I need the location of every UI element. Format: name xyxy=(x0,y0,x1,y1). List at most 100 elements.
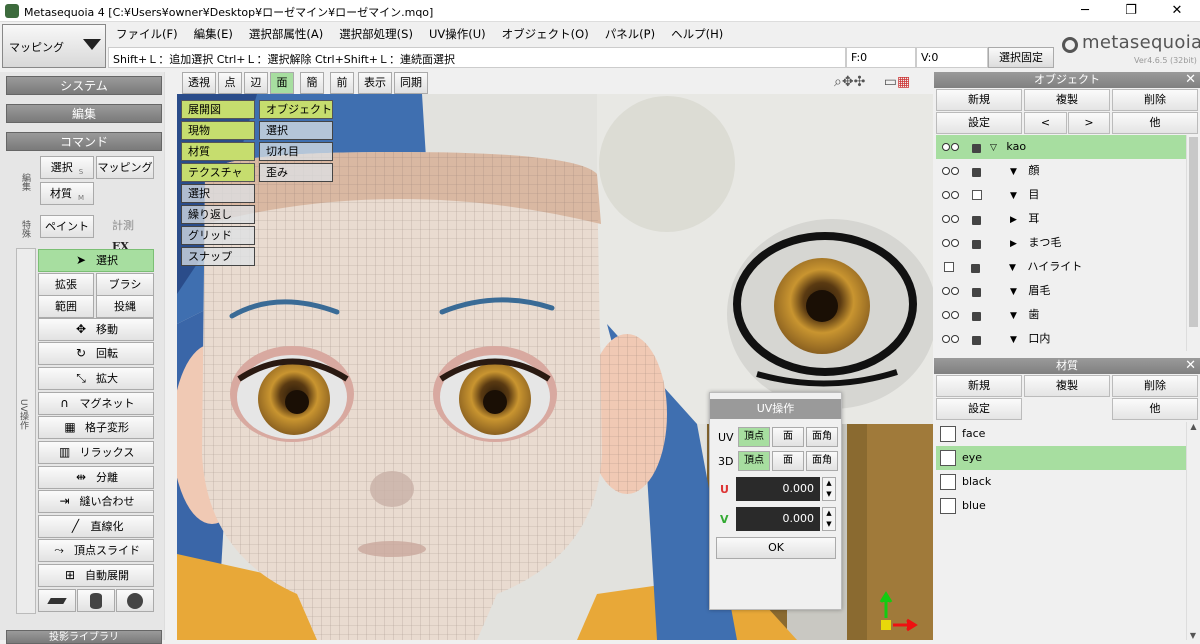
material-m-button[interactable]: 材質 M xyxy=(40,182,94,205)
scroll-down-icon[interactable]: ▼ xyxy=(1187,631,1199,640)
object-delete-button[interactable]: 削除 xyxy=(1112,89,1198,111)
overlay-material[interactable]: 材質 xyxy=(181,142,255,161)
uv-face-button[interactable]: 面 xyxy=(772,427,804,447)
projection-header[interactable]: 投影ライブラリ xyxy=(6,630,162,644)
overlay-snap[interactable]: スナップ xyxy=(181,247,255,266)
object-next-button[interactable]: > xyxy=(1068,112,1110,134)
object-row-eyebrow[interactable]: ▼ 眉毛 xyxy=(936,279,1186,303)
material-row-face[interactable]: face xyxy=(936,422,1186,446)
select-s-button[interactable]: 選択 S xyxy=(40,156,94,179)
tool-expand[interactable]: 拡張 xyxy=(38,273,94,296)
menu-uv[interactable]: UV操作(U) xyxy=(421,24,494,44)
tool-straighten[interactable]: ╱ 直線化 xyxy=(38,515,154,538)
menu-edit[interactable]: 編集(E) xyxy=(186,24,241,44)
lock-icon[interactable] xyxy=(971,239,981,249)
tool-auto-unwrap[interactable]: ⊞ 自動展開 xyxy=(38,564,154,587)
left-scrollbar[interactable] xyxy=(164,72,170,640)
tab-display[interactable]: 表示 xyxy=(358,72,392,94)
object-row-eyelash[interactable]: ▶ まつ毛 xyxy=(936,231,1186,255)
tool-brush[interactable]: ブラシ xyxy=(96,273,154,296)
hidden-checkbox[interactable] xyxy=(944,262,954,272)
tool-lattice[interactable]: ▦ 格子変形 xyxy=(38,416,154,439)
tab-face[interactable]: 面 xyxy=(270,72,294,94)
expand-toggle[interactable]: ▼ xyxy=(1010,287,1017,297)
sphere-shape-button[interactable] xyxy=(116,589,154,612)
eye-icon[interactable] xyxy=(942,236,960,249)
uv-face-angle-button[interactable]: 面角 xyxy=(806,427,838,447)
material-row-blue[interactable]: blue xyxy=(936,494,1186,518)
close-icon[interactable]: ✕ xyxy=(1185,72,1196,88)
object-row-eye[interactable]: ▼ 目 xyxy=(936,183,1186,207)
lock-icon[interactable] xyxy=(971,167,981,177)
eye-icon[interactable] xyxy=(942,308,960,321)
eye-icon[interactable] xyxy=(942,284,960,297)
menu-file[interactable]: ファイル(F) xyxy=(108,24,186,44)
tool-stitch[interactable]: ⇥ 縫い合わせ xyxy=(38,490,154,513)
3d-vertex-button[interactable]: 頂点 xyxy=(738,451,770,471)
orbit-icon[interactable]: ✣ xyxy=(854,74,866,90)
close-button[interactable]: ✕ xyxy=(1154,0,1200,22)
overlay-seam[interactable]: 切れ目 xyxy=(259,142,333,161)
overlay-uv-layout[interactable]: 展開図 xyxy=(181,100,255,119)
cylinder-shape-button[interactable] xyxy=(77,589,115,612)
v-value-field[interactable]: 0.000 xyxy=(736,507,820,531)
tab-sync[interactable]: 同期 xyxy=(394,72,428,94)
tool-move[interactable]: ✥ 移動 xyxy=(38,318,154,341)
lock-icon[interactable] xyxy=(971,143,981,153)
object-prev-button[interactable]: < xyxy=(1024,112,1067,134)
u-spinner[interactable]: ▲ ▼ xyxy=(822,477,836,501)
object-row-ear[interactable]: ▶ 耳 xyxy=(936,207,1186,231)
menu-object[interactable]: オブジェクト(O) xyxy=(494,24,597,44)
pan-icon[interactable]: ✥ xyxy=(842,74,854,90)
tool-magnet[interactable]: ∩ マグネット xyxy=(38,392,154,415)
material-new-button[interactable]: 新規 xyxy=(936,375,1022,397)
edit-header[interactable]: 編集 xyxy=(6,104,162,123)
spin-down-icon[interactable]: ▼ xyxy=(823,489,835,500)
v-spinner[interactable]: ▲ ▼ xyxy=(822,507,836,531)
material-duplicate-button[interactable]: 複製 xyxy=(1024,375,1110,397)
tab-vertex[interactable]: 点 xyxy=(218,72,242,94)
overlay-object[interactable]: オブジェクト xyxy=(259,100,333,119)
plane-shape-button[interactable] xyxy=(38,589,76,612)
object-row-kao[interactable]: ▽ kao xyxy=(936,135,1186,159)
expand-toggle[interactable]: ▽ xyxy=(990,143,997,153)
u-value-field[interactable]: 0.000 xyxy=(736,477,820,501)
tool-relax[interactable]: ▥ リラックス xyxy=(38,441,154,464)
material-row-black[interactable]: black xyxy=(936,470,1186,494)
tool-vertex-slide[interactable]: ⤳ 頂点スライド xyxy=(38,539,154,562)
material-other-button[interactable]: 他 xyxy=(1112,398,1198,420)
objects-scroll-thumb[interactable] xyxy=(1189,137,1198,327)
menu-selection[interactable]: 選択部処理(S) xyxy=(331,24,421,44)
measure-button[interactable]: 計測 EX xyxy=(96,215,154,253)
eye-icon[interactable] xyxy=(942,332,960,345)
overlay-grid[interactable]: グリッド xyxy=(181,226,255,245)
close-icon[interactable]: ✕ xyxy=(1185,358,1196,374)
expand-toggle[interactable]: ▼ xyxy=(1010,335,1017,345)
color-grid-icon[interactable]: ▦ xyxy=(897,74,910,90)
tab-edge[interactable]: 辺 xyxy=(244,72,268,94)
maximize-button[interactable]: ❐ xyxy=(1108,0,1154,22)
tool-lasso[interactable]: 投縄 xyxy=(96,295,154,318)
materials-scrollbar[interactable]: ▲ ▼ xyxy=(1186,422,1200,640)
spin-up-icon[interactable]: ▲ xyxy=(823,508,835,519)
zoom-icon[interactable]: ⌕ xyxy=(834,74,842,90)
tab-perspective[interactable]: 透視 xyxy=(182,72,216,94)
overlay-selection[interactable]: 選択 xyxy=(259,121,333,140)
lock-icon[interactable] xyxy=(971,215,981,225)
system-header[interactable]: システム xyxy=(6,76,162,95)
expand-toggle[interactable]: ▼ xyxy=(1010,191,1017,201)
object-other-button[interactable]: 他 xyxy=(1112,112,1198,134)
minimize-button[interactable]: ─ xyxy=(1062,0,1108,22)
lock-icon[interactable] xyxy=(971,335,981,345)
expand-toggle[interactable]: ▼ xyxy=(1010,167,1017,177)
menu-attribute[interactable]: 選択部属性(A) xyxy=(241,24,331,44)
lock-icon[interactable] xyxy=(971,287,981,297)
paint-button[interactable]: ペイント xyxy=(40,215,94,238)
material-row-eye[interactable]: eye xyxy=(936,446,1186,470)
object-row-face[interactable]: ▼ 顔 xyxy=(936,159,1186,183)
tab-simple[interactable]: 簡 xyxy=(300,72,324,94)
tool-separate[interactable]: ⇹ 分離 xyxy=(38,466,154,489)
expand-toggle[interactable]: ▼ xyxy=(1010,311,1017,321)
tool-rotate[interactable]: ↻ 回転 xyxy=(38,342,154,365)
menu-panel[interactable]: パネル(P) xyxy=(597,24,663,44)
